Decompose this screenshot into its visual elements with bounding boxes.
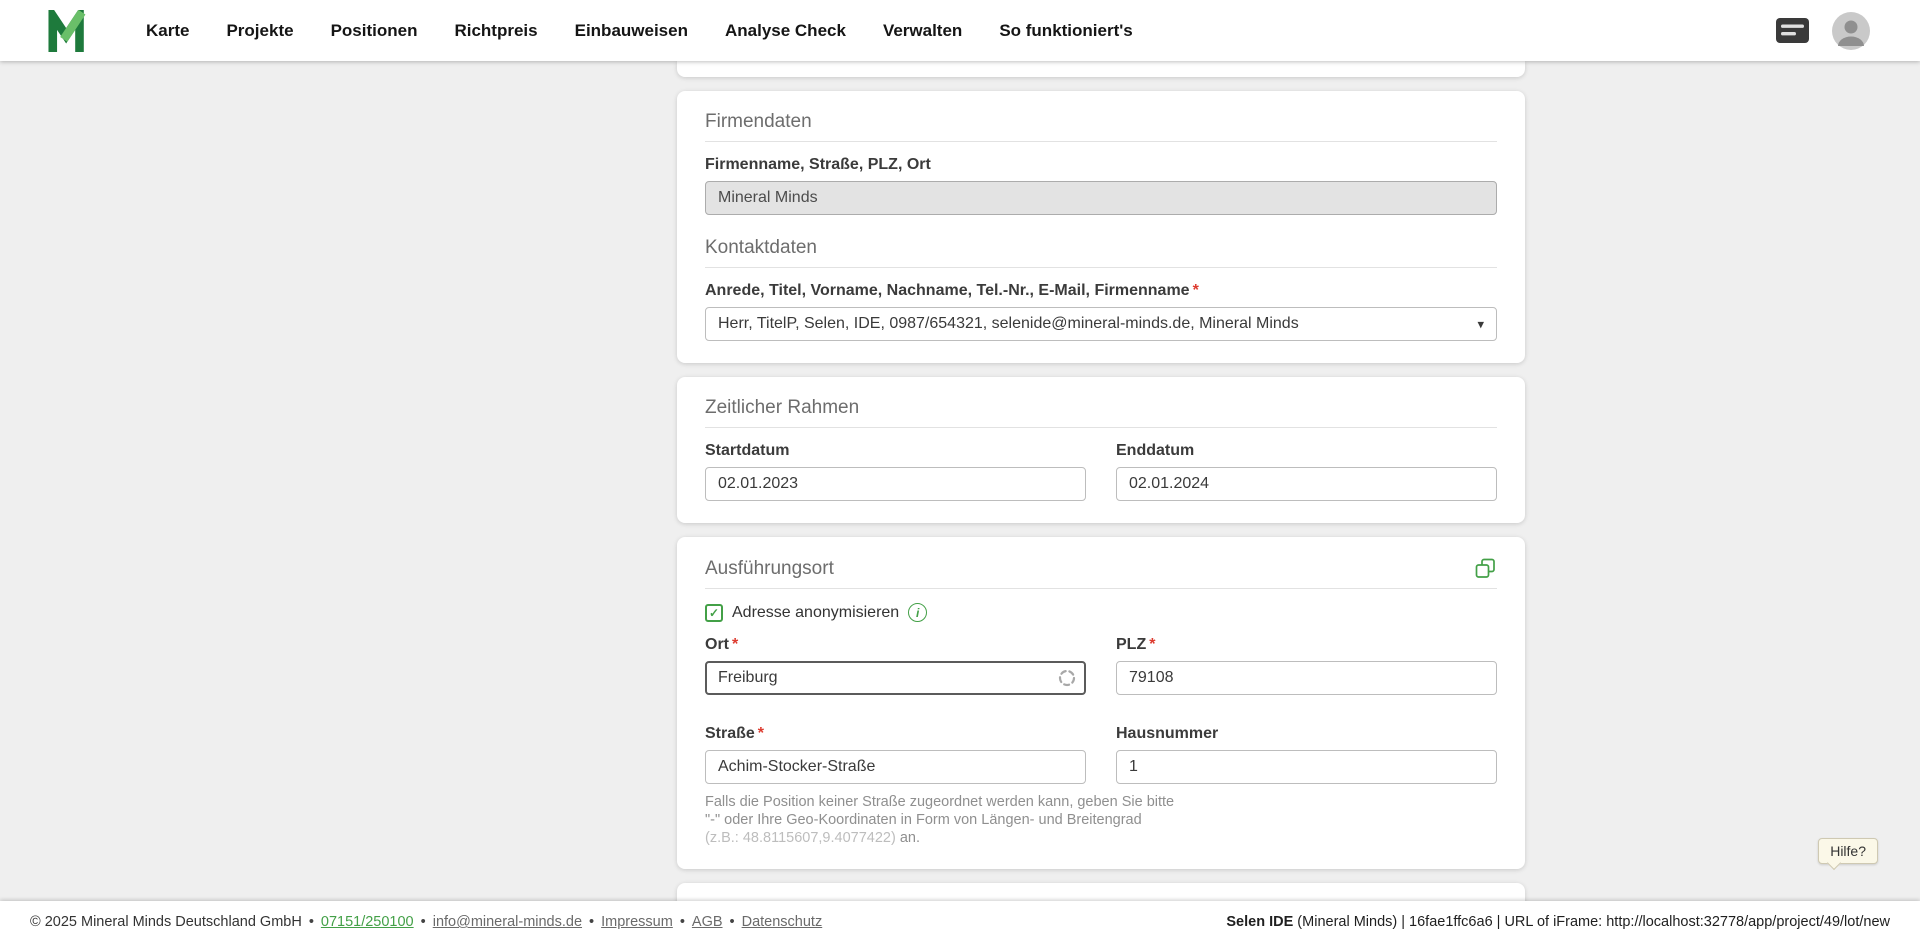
kontaktdaten-title: Kontaktdaten — [705, 237, 1497, 259]
hausnummer-input[interactable] — [1116, 750, 1497, 784]
required-marker: * — [758, 725, 764, 742]
address-hint-example: (z.B.: 48.8115607,9.4077422) — [705, 830, 896, 846]
kontakt-select-value: Herr, TitelP, Selen, IDE, 0987/654321, s… — [718, 315, 1299, 333]
address-hint: Falls die Position keiner Straße zugeord… — [705, 793, 1179, 847]
field-ort: Ort* — [705, 622, 1086, 695]
nav-item-verwalten[interactable]: Verwalten — [883, 21, 962, 41]
nav-item-analyse-check[interactable]: Analyse Check — [725, 21, 846, 41]
kontakt-label: Anrede, Titel, Vorname, Nachname, Tel.-N… — [705, 282, 1497, 300]
info-icon-glyph: i — [916, 607, 919, 619]
nav-item-karte[interactable]: Karte — [146, 21, 189, 41]
field-hausnummer: Hausnummer — [1116, 711, 1497, 784]
kontakt-select[interactable]: Herr, TitelP, Selen, IDE, 0987/654321, s… — [705, 307, 1497, 341]
nav-item-einbauweisen[interactable]: Einbauweisen — [575, 21, 688, 41]
startdatum-input[interactable] — [705, 467, 1086, 501]
help-badge-label: Hilfe? — [1830, 843, 1866, 859]
ausfuehrungsort-title: Ausführungsort — [705, 558, 834, 580]
enddatum-input[interactable] — [1116, 467, 1497, 501]
field-plz: PLZ* — [1116, 622, 1497, 695]
nav-item-projekte[interactable]: Projekte — [226, 21, 293, 41]
required-marker: * — [732, 636, 738, 653]
checkbox-checked-icon: ✓ — [709, 607, 719, 619]
address-hint-text: Falls die Position keiner Straße zugeord… — [705, 794, 1174, 828]
main-nav: Karte Projekte Positionen Richtpreis Ein… — [146, 21, 1133, 41]
field-enddatum: Enddatum — [1116, 428, 1497, 501]
help-badge[interactable]: Hilfe? — [1818, 838, 1878, 864]
field-strasse: Straße* — [705, 711, 1086, 784]
anonymize-label: Adresse anonymisieren — [732, 604, 899, 622]
footer-env-info: Selen IDE (Mineral Minds) | 16fae1ffc6a6… — [1226, 914, 1890, 930]
footer-email-link[interactable]: info@mineral-minds.de — [433, 914, 582, 930]
firmendaten-title: Firmendaten — [705, 111, 1497, 133]
loading-spinner-icon — [1058, 669, 1076, 687]
form-card-column: Firmendaten Firmenname, Straße, PLZ, Ort… — [677, 61, 1525, 943]
card-zeitlicher-rahmen: Zeitlicher Rahmen Startdatum Enddatum — [677, 377, 1525, 523]
field-startdatum: Startdatum — [705, 428, 1086, 501]
footer-env-details: (Mineral Minds) | 16fae1ffc6a6 | URL of … — [1293, 914, 1890, 930]
startdatum-label: Startdatum — [705, 442, 1086, 460]
address-hint-suffix: an. — [896, 830, 920, 846]
logo-m-icon — [46, 10, 92, 52]
strasse-label: Straße* — [705, 725, 1086, 743]
plz-label-text: PLZ — [1116, 636, 1146, 653]
hausnummer-label-text: Hausnummer — [1116, 725, 1218, 742]
mineral-minds-logo[interactable] — [46, 10, 92, 52]
card-ausfuehrungsort: Ausführungsort ✓ Adresse anonymisieren i — [677, 537, 1525, 869]
ort-label: Ort* — [705, 636, 1086, 654]
firmenname-input — [705, 181, 1497, 215]
kontakt-label-text: Anrede, Titel, Vorname, Nachname, Tel.-N… — [705, 282, 1190, 299]
enddatum-label-text: Enddatum — [1116, 442, 1194, 459]
navbar-right — [1775, 12, 1870, 50]
strasse-input[interactable] — [705, 750, 1086, 784]
footer-agb-link[interactable]: AGB — [692, 914, 723, 930]
page-footer: © 2025 Mineral Minds Deutschland GmbH 07… — [0, 901, 1920, 943]
info-icon[interactable]: i — [908, 603, 927, 622]
footer-datenschutz-link[interactable]: Datenschutz — [742, 914, 823, 930]
firmenname-label-text: Firmenname, Straße, PLZ, Ort — [705, 156, 931, 173]
plz-input[interactable] — [1116, 661, 1497, 695]
startdatum-label-text: Startdatum — [705, 442, 789, 459]
chevron-down-icon: ▾ — [1477, 318, 1484, 331]
strasse-label-text: Straße — [705, 725, 755, 742]
card-firmendaten: Firmendaten Firmenname, Straße, PLZ, Ort… — [677, 91, 1525, 363]
nav-item-richtpreis[interactable]: Richtpreis — [454, 21, 537, 41]
user-avatar[interactable] — [1832, 12, 1870, 50]
footer-left: © 2025 Mineral Minds Deutschland GmbH 07… — [30, 914, 822, 930]
hausnummer-label: Hausnummer — [1116, 725, 1497, 743]
required-marker: * — [1193, 282, 1199, 299]
plz-label: PLZ* — [1116, 636, 1497, 654]
card-partial-top — [677, 61, 1525, 77]
divider — [705, 588, 1497, 589]
main-content: Firmendaten Firmenname, Straße, PLZ, Ort… — [0, 61, 1920, 943]
footer-env-name: Selen IDE — [1226, 914, 1293, 930]
firmenname-label: Firmenname, Straße, PLZ, Ort — [705, 156, 1497, 174]
server-icon[interactable] — [1775, 17, 1810, 44]
required-marker: * — [1149, 636, 1155, 653]
nav-item-so-funktionierts[interactable]: So funktioniert's — [999, 21, 1132, 41]
top-navbar: Karte Projekte Positionen Richtpreis Ein… — [0, 0, 1920, 61]
anonymize-row: ✓ Adresse anonymisieren i — [705, 603, 1497, 622]
divider — [705, 141, 1497, 142]
anonymize-checkbox[interactable]: ✓ — [705, 604, 723, 622]
divider — [705, 267, 1497, 268]
copy-icon[interactable] — [1474, 557, 1497, 580]
nav-item-positionen[interactable]: Positionen — [331, 21, 418, 41]
zeitraum-title: Zeitlicher Rahmen — [705, 397, 1497, 419]
ort-input[interactable] — [705, 661, 1086, 695]
footer-copyright: © 2025 Mineral Minds Deutschland GmbH — [30, 914, 302, 930]
ort-label-text: Ort — [705, 636, 729, 653]
enddatum-label: Enddatum — [1116, 442, 1497, 460]
footer-phone-link[interactable]: 07151/250100 — [321, 914, 414, 930]
footer-impressum-link[interactable]: Impressum — [601, 914, 673, 930]
